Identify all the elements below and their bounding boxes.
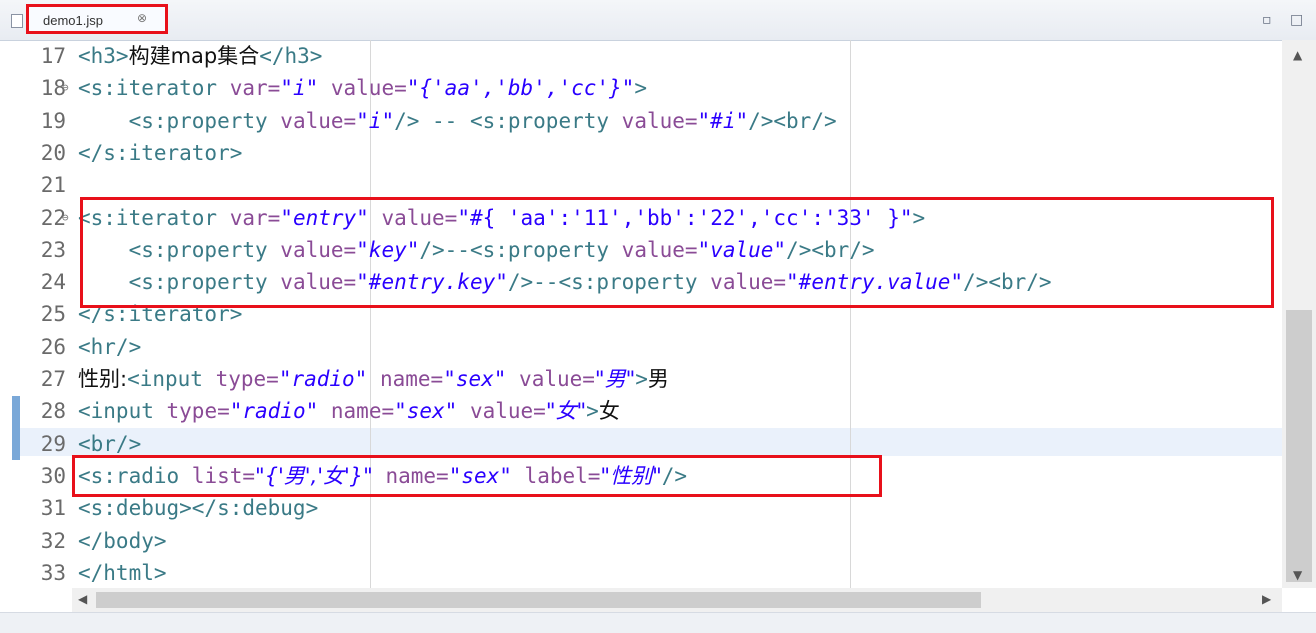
code-token: <s:iterator (78, 76, 230, 101)
fold-toggle-icon[interactable]: ⊖ (62, 72, 69, 104)
code-token: "radio" (278, 367, 368, 391)
code-token: <s:property (469, 108, 622, 133)
code-token: value= (506, 367, 595, 391)
file-tab-demo1-jsp[interactable]: demo1.jsp ⊗ (11, 4, 168, 34)
line-number: 20 (40, 140, 66, 165)
code-token: </h3> (259, 44, 323, 68)
line-number: 33 (40, 560, 66, 585)
code-line-32[interactable]: 32 </body> (0, 525, 167, 557)
code-token: <h3> (78, 44, 129, 68)
code-token: "sex" (394, 399, 458, 424)
code-token: > (586, 399, 599, 424)
code-line-21[interactable]: 21 (0, 169, 78, 201)
code-token: value= (457, 399, 546, 424)
code-token: var= (229, 76, 281, 101)
line-number: 17 (40, 44, 66, 68)
code-token: </html> (78, 560, 167, 585)
line-number: 21 (40, 173, 66, 198)
code-line-17[interactable]: 17 <h3>构建map集合</h3> (0, 40, 323, 72)
code-line-33[interactable]: 33 </html> (0, 557, 167, 589)
editor-tab-bar: demo1.jsp ⊗ ▫ □ (0, 0, 1316, 41)
code-token: "#i" (697, 108, 749, 133)
current-line-highlight (20, 428, 1282, 456)
code-token: /> -- (394, 108, 470, 133)
code-token: <br/> (78, 431, 142, 456)
code-token: <hr/> (78, 334, 142, 359)
code-token: <input (78, 399, 167, 424)
code-token: "男" (594, 367, 636, 391)
code-token: "i" (280, 76, 319, 101)
code-token: </body> (78, 528, 167, 553)
line-number: 19 (40, 108, 66, 133)
code-token: name= (318, 399, 395, 424)
line-number: 25 (40, 302, 66, 327)
line-number: 29 (40, 431, 66, 456)
code-token: "{'aa','bb','cc'}" (406, 76, 635, 101)
code-line-20[interactable]: 20 </s:iterator> (0, 137, 243, 169)
code-line-19[interactable]: 19 <s:property value="i"/> -- <s:propert… (0, 105, 837, 137)
scroll-down-icon[interactable]: ▼ (1293, 568, 1302, 582)
code-token: 男 (647, 367, 669, 391)
code-token: value= (318, 76, 407, 101)
code-token: 构建map集合 (128, 44, 260, 68)
code-token: > (634, 76, 647, 101)
code-token: "radio" (229, 399, 319, 424)
highlight-box-s-radio (72, 455, 882, 497)
code-token: 女 (598, 399, 620, 424)
code-token: value= (280, 108, 357, 133)
line-number: 27 (40, 367, 66, 391)
line-number: 23 (40, 237, 66, 262)
code-token: > (635, 367, 648, 391)
code-token: type= (215, 367, 279, 391)
line-number: 24 (40, 270, 66, 295)
scroll-up-icon[interactable]: ▲ (1293, 48, 1302, 62)
code-token: name= (367, 367, 444, 391)
code-line-18[interactable]: 18 ⊖ <s:iterator var="i" value="{'aa','bb'… (0, 72, 647, 104)
code-token: 性别: (78, 367, 128, 391)
status-bar (0, 612, 1316, 633)
maximize-icon[interactable]: □ (1290, 12, 1303, 28)
horizontal-scroll-thumb[interactable] (96, 592, 981, 608)
line-number: 26 (40, 334, 66, 359)
code-line-27[interactable]: 27 性别:<input type="radio" name="sex" valu… (0, 363, 669, 395)
line-number: 30 (40, 463, 66, 488)
code-token: </s:iterator> (78, 140, 243, 165)
code-token: "sex" (443, 367, 507, 391)
vertical-scroll-thumb[interactable] (1286, 310, 1312, 582)
line-number: 31 (40, 496, 66, 521)
code-token: <s:property (78, 108, 281, 133)
highlight-box-map-iterator (80, 197, 1274, 308)
horizontal-scrollbar[interactable]: ◀ ▶ (72, 588, 1282, 612)
tab-label: demo1.jsp (43, 13, 103, 28)
print-margin-guide (850, 40, 851, 588)
code-editor[interactable]: demo1.jsp ⊗ ▫ □ 17 <h3>构建map集合</h3> 18 ⊖ <s:… (0, 0, 1316, 633)
line-number: 32 (40, 528, 66, 553)
close-icon[interactable]: ⊗ (137, 11, 147, 25)
code-token: value= (621, 108, 698, 133)
scroll-right-icon[interactable]: ▶ (1262, 592, 1271, 606)
code-line-26[interactable]: 26 <hr/> (0, 331, 142, 363)
code-token: <input (127, 367, 216, 391)
code-token: <s:debug></s:debug> (78, 496, 319, 521)
scroll-left-icon[interactable]: ◀ (78, 592, 87, 606)
fold-toggle-icon[interactable]: ⊖ (62, 202, 69, 234)
code-token: type= (166, 399, 230, 424)
jsp-file-icon (11, 14, 23, 28)
code-token: "i" (356, 108, 395, 133)
code-line-28[interactable]: 28 <input type="radio" name="sex" value="… (0, 395, 620, 427)
line-number: 28 (40, 399, 66, 424)
code-token: "女" (545, 399, 587, 424)
vertical-scrollbar[interactable]: ▲ ▼ (1282, 40, 1316, 588)
minimize-icon[interactable]: ▫ (1262, 12, 1272, 28)
code-token: /><br/> (748, 108, 837, 133)
